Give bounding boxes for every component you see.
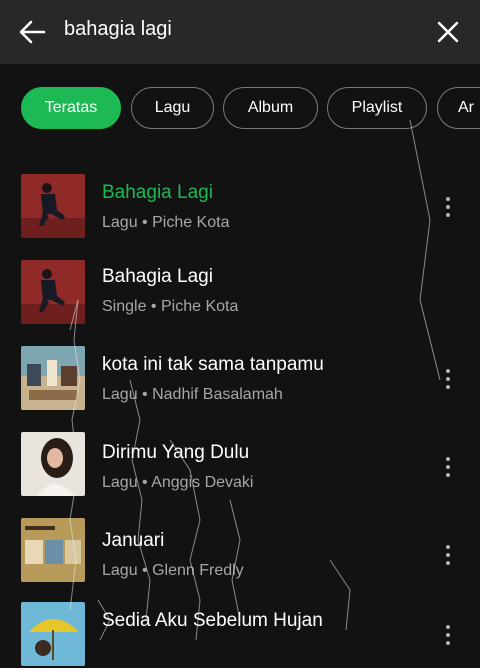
result-row[interactable]: Bahagia Lagi Single • Piche Kota bbox=[0, 244, 480, 324]
clear-search-button[interactable] bbox=[430, 14, 466, 50]
more-options-button[interactable] bbox=[432, 620, 464, 650]
arrow-left-icon bbox=[19, 20, 46, 44]
cover-art bbox=[21, 518, 85, 582]
close-icon bbox=[437, 21, 459, 43]
result-subtitle: Lagu • Nadhif Basalamah bbox=[102, 386, 283, 403]
result-subtitle: Lagu • Piche Kota bbox=[102, 214, 230, 231]
result-title: kota ini tak sama tanpamu bbox=[102, 354, 324, 375]
more-options-button[interactable] bbox=[432, 452, 464, 482]
result-row[interactable]: kota ini tak sama tanpamu Lagu • Nadhif … bbox=[0, 330, 480, 410]
filter-chips: Teratas Lagu Album Playlist Ar bbox=[0, 86, 480, 134]
result-title: Sedia Aku Sebelum Hujan bbox=[102, 610, 323, 631]
result-title: Bahagia Lagi bbox=[102, 182, 213, 203]
result-subtitle: Lagu • Anggis Devaki bbox=[102, 474, 254, 491]
result-row[interactable]: Sedia Aku Sebelum Hujan bbox=[0, 588, 480, 668]
result-row[interactable]: Dirimu Yang Dulu Lagu • Anggis Devaki bbox=[0, 416, 480, 496]
chip-teratas[interactable]: Teratas bbox=[21, 87, 121, 129]
back-button[interactable] bbox=[14, 14, 50, 50]
cover-art bbox=[21, 174, 85, 238]
search-header: bahagia lagi bbox=[0, 0, 480, 64]
chip-playlist[interactable]: Playlist bbox=[327, 87, 427, 129]
chip-artis[interactable]: Ar bbox=[437, 87, 480, 129]
result-title: Bahagia Lagi bbox=[102, 266, 213, 287]
cover-art bbox=[21, 432, 85, 496]
result-subtitle: Single • Piche Kota bbox=[102, 298, 239, 315]
chip-album[interactable]: Album bbox=[223, 87, 318, 129]
chip-lagu[interactable]: Lagu bbox=[131, 87, 214, 129]
more-options-button[interactable] bbox=[432, 192, 464, 222]
more-options-button[interactable] bbox=[432, 364, 464, 394]
result-row[interactable]: Januari Lagu • Glenn Fredly bbox=[0, 502, 480, 582]
cover-art bbox=[21, 260, 85, 324]
search-input[interactable]: bahagia lagi bbox=[64, 18, 172, 41]
result-row[interactable]: Bahagia Lagi Lagu • Piche Kota bbox=[0, 160, 480, 240]
result-title: Dirimu Yang Dulu bbox=[102, 442, 250, 463]
result-title: Januari bbox=[102, 530, 165, 551]
cover-art bbox=[21, 602, 85, 666]
cover-art bbox=[21, 346, 85, 410]
result-subtitle: Lagu • Glenn Fredly bbox=[102, 562, 244, 579]
more-options-button[interactable] bbox=[432, 540, 464, 570]
